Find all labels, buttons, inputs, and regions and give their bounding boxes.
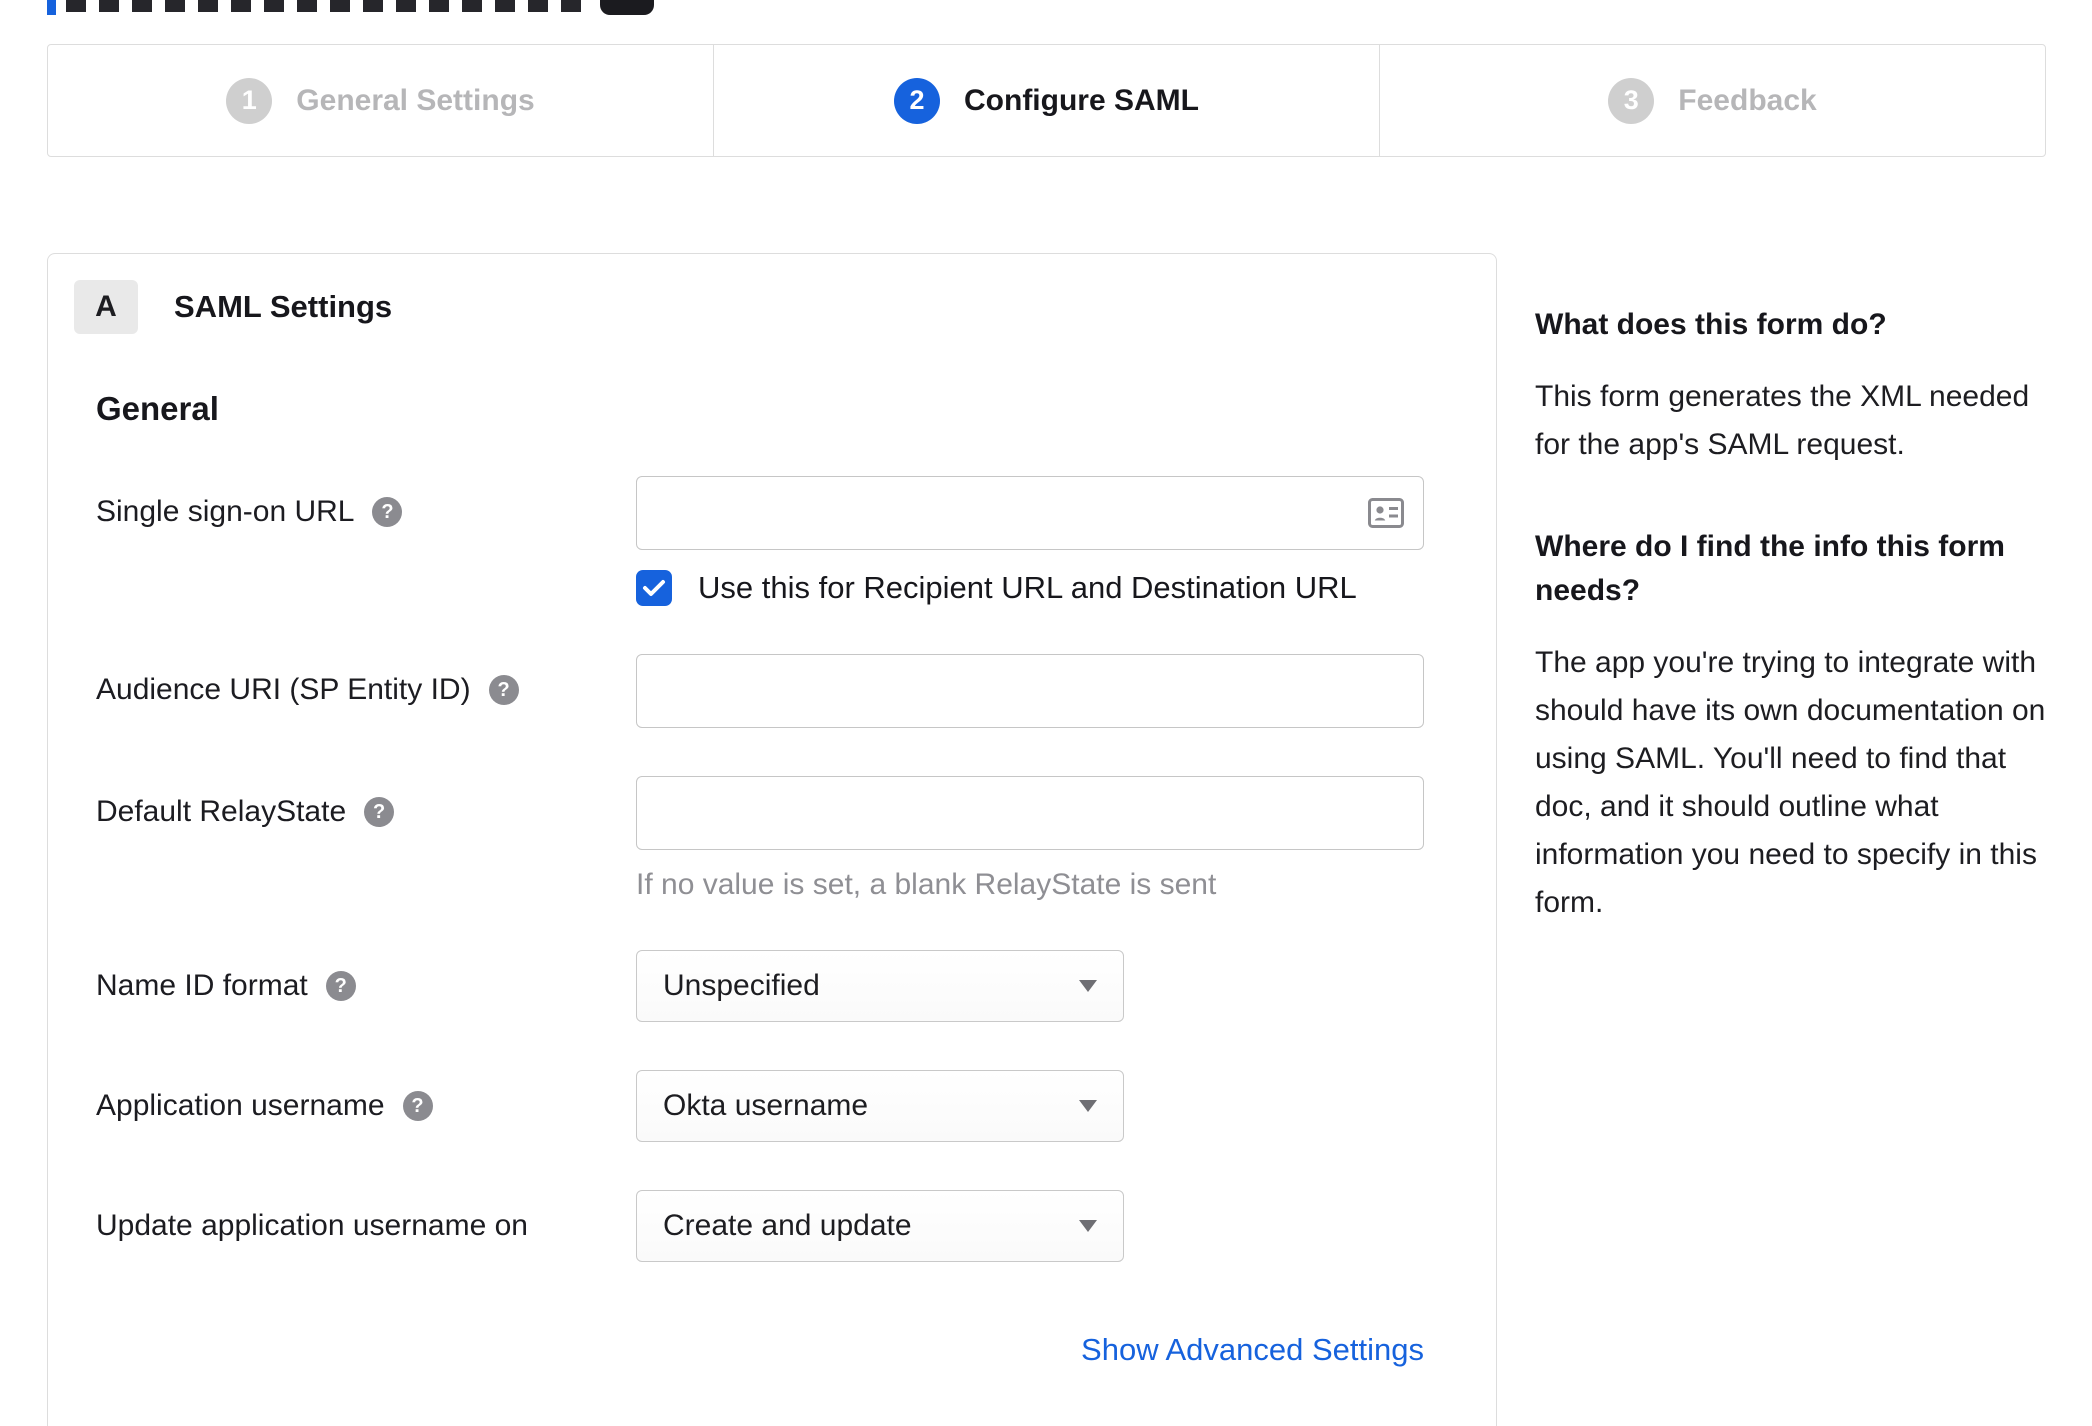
sso-url-input[interactable] [636, 476, 1424, 550]
name-id-format-row: Name ID format ? Unspecified [96, 950, 1424, 1022]
default-relaystate-hint: If no value is set, a blank RelayState i… [636, 868, 1217, 901]
help-section: What does this form do? This form genera… [1535, 303, 2046, 469]
application-username-select[interactable]: Okta username [636, 1070, 1124, 1142]
recipient-url-checkbox-label: Use this for Recipient URL and Destinati… [698, 570, 1357, 605]
audience-uri-label: Audience URI (SP Entity ID) [96, 673, 471, 706]
help-icon[interactable]: ? [325, 971, 356, 1001]
step-number-badge: 1 [226, 77, 273, 124]
recipient-url-checkbox-row: Use this for Recipient URL and Destinati… [636, 570, 1424, 606]
audience-uri-field-col [636, 654, 1424, 728]
recipient-url-checkbox[interactable] [636, 570, 672, 606]
audience-uri-row: Audience URI (SP Entity ID) ? [96, 654, 1424, 728]
clipped-page-title [47, 0, 654, 15]
update-app-username-label-group: Update application username on [96, 1190, 636, 1243]
saml-settings-panel: A SAML Settings General Single sign-on U… [47, 253, 1497, 1426]
help-heading: What does this form do? [1535, 308, 1887, 341]
sso-url-label: Single sign-on URL [96, 495, 355, 528]
help-icon[interactable]: ? [488, 675, 519, 705]
default-relaystate-input[interactable] [636, 776, 1424, 850]
chevron-down-icon [1079, 1220, 1097, 1232]
sso-url-row: Single sign-on URL ? Use this for Recipi… [96, 476, 1424, 606]
update-app-username-row: Update application username on Create an… [96, 1190, 1424, 1262]
show-advanced-settings-link[interactable]: Show Advanced Settings [1081, 1332, 1424, 1368]
clipped-title-glyph [47, 0, 56, 15]
application-username-label: Application username [96, 1089, 385, 1122]
name-id-format-label-group: Name ID format ? [96, 950, 636, 1003]
update-app-username-value: Create and update [663, 1209, 912, 1242]
application-username-row: Application username ? Okta username [96, 1070, 1424, 1142]
application-username-field-col: Okta username [636, 1070, 1424, 1142]
default-relaystate-label-group: Default RelayState ? [96, 776, 636, 829]
form-body: General Single sign-on URL ? Use this fo… [96, 390, 1424, 1368]
name-id-format-select[interactable]: Unspecified [636, 950, 1124, 1022]
application-username-value: Okta username [663, 1089, 869, 1122]
content-area: A SAML Settings General Single sign-on U… [47, 253, 2046, 1426]
update-app-username-select[interactable]: Create and update [636, 1190, 1124, 1262]
name-id-format-label: Name ID format [96, 969, 308, 1002]
sso-url-label-group: Single sign-on URL ? [96, 476, 636, 529]
name-id-format-value: Unspecified [663, 969, 820, 1002]
update-app-username-field-col: Create and update [636, 1190, 1424, 1262]
name-id-format-field-col: Unspecified [636, 950, 1424, 1022]
saml-configuration-page: 1 General Settings 2 Configure SAML 3 Fe… [0, 0, 2092, 1426]
step-label: General Settings [296, 83, 535, 117]
default-relaystate-field-col: If no value is set, a blank RelayState i… [636, 776, 1424, 902]
clipped-title-text-fragments [66, 0, 586, 12]
audience-uri-label-group: Audience URI (SP Entity ID) ? [96, 654, 636, 707]
step-label: Configure SAML [964, 83, 1199, 117]
chevron-down-icon [1079, 1100, 1097, 1112]
section-title: SAML Settings [174, 289, 393, 324]
help-icon[interactable]: ? [402, 1091, 433, 1121]
help-icon[interactable]: ? [372, 497, 403, 527]
application-username-label-group: Application username ? [96, 1070, 636, 1123]
sso-url-field-col: Use this for Recipient URL and Destinati… [636, 476, 1424, 606]
step-number-badge: 3 [1608, 77, 1655, 124]
audience-uri-input[interactable] [636, 654, 1424, 728]
step-label: Feedback [1678, 83, 1817, 117]
update-app-username-label: Update application username on [96, 1209, 528, 1242]
default-relaystate-row: Default RelayState ? If no value is set,… [96, 776, 1424, 902]
step-feedback[interactable]: 3 Feedback [1379, 45, 2045, 156]
wizard-stepper: 1 General Settings 2 Configure SAML 3 Fe… [47, 44, 2046, 157]
help-icon[interactable]: ? [364, 797, 395, 827]
general-group-title: General [96, 390, 219, 427]
gear-icon [600, 0, 654, 15]
panel-header: A SAML Settings [74, 280, 1434, 334]
insert-variable-icon[interactable] [1368, 498, 1404, 528]
step-configure-saml[interactable]: 2 Configure SAML [713, 45, 1379, 156]
help-text: This form generates the XML needed for t… [1535, 380, 2030, 461]
section-a-badge: A [74, 280, 138, 334]
chevron-down-icon [1079, 980, 1097, 992]
help-sidebar: What does this form do? This form genera… [1535, 253, 2046, 983]
default-relaystate-label: Default RelayState [96, 795, 347, 828]
help-section: Where do I find the info this form needs… [1535, 525, 2046, 927]
step-general-settings[interactable]: 1 General Settings [48, 45, 713, 156]
sso-url-input-wrap [636, 476, 1424, 550]
step-number-badge: 2 [894, 77, 940, 124]
help-heading: Where do I find the info this form needs… [1535, 530, 2005, 607]
advanced-settings-row: Show Advanced Settings [96, 1332, 1424, 1368]
help-text: The app you're trying to integrate with … [1535, 646, 2046, 919]
